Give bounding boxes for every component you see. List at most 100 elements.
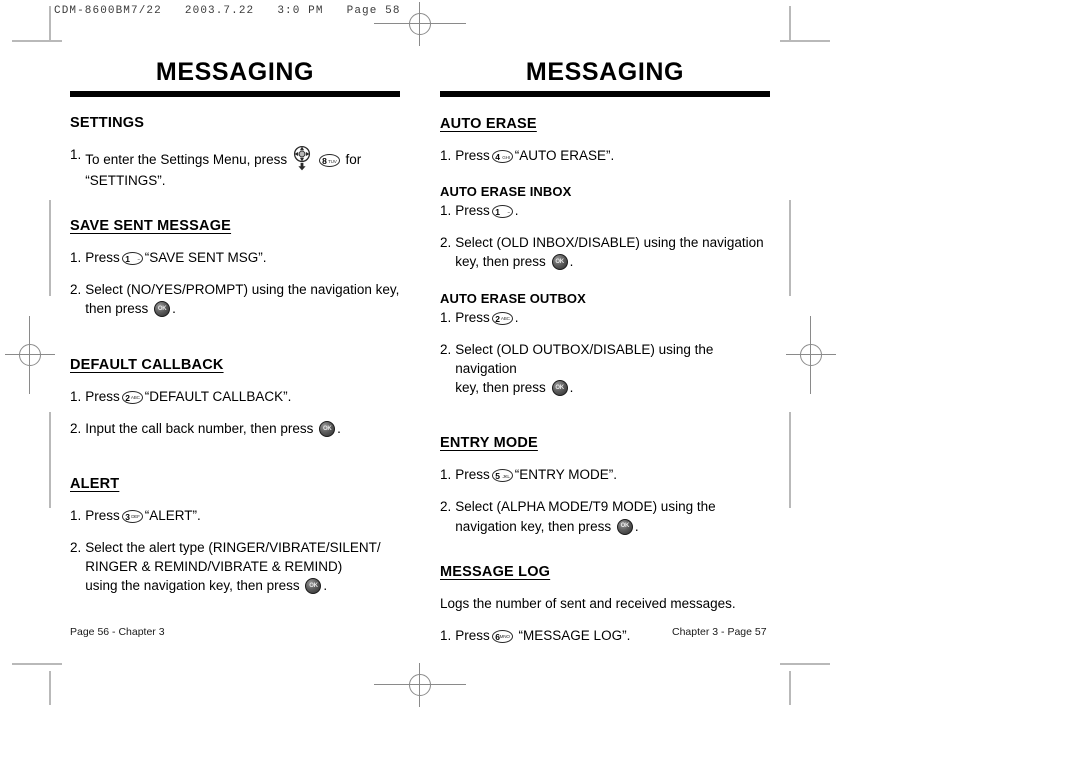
step-text-part: . [514, 203, 519, 219]
key-6-icon: 6 MNO [491, 629, 513, 643]
key-1-number: 1 [125, 254, 131, 265]
save-sent-step-1: 1. Press 1 ~ “SAVE SENT MSG”. [70, 248, 400, 267]
step-text-part: “MESSAGE LOG”. [518, 627, 631, 643]
section-heading-entry-mode: ENTRY MODE [440, 435, 538, 452]
step-text: Select (OLD OUTBOX/DISABLE) using the na… [455, 340, 770, 397]
step-text-part: Press [455, 627, 490, 643]
left-page: MESSAGING SETTINGS 1. To enter the Setti… [70, 60, 400, 609]
alert-step-2: 2. Select the alert type (RINGER/VIBRATE… [70, 538, 400, 595]
section-heading-alert: ALERT [70, 475, 120, 492]
step-text-part: “ENTRY MODE”. [514, 467, 618, 483]
step-text-part: Press [85, 507, 120, 523]
step-text-part: “SAVE SENT MSG”. [144, 250, 267, 266]
step-text: Select the alert type (RINGER/VIBRATE/SI… [85, 538, 400, 595]
message-log-description: Logs the number of sent and received mes… [440, 595, 736, 611]
key-1-icon: 1 ~ [121, 252, 143, 266]
auto-erase-outbox-step-2: 2. Select (OLD OUTBOX/DISABLE) using the… [440, 340, 770, 397]
crop-mark-bottom-left-h [12, 663, 62, 665]
key-8-letters: TUV [328, 158, 337, 164]
step-text-part: Select (NO/YES/PROMPT) using the navigat… [85, 282, 400, 298]
key-4-number: 4 [495, 152, 501, 162]
ok-key-icon: OK [551, 380, 568, 397]
step-text: Select (OLD INBOX/DISABLE) using the nav… [455, 233, 770, 271]
step-text: Press 4 GHI “AUTO ERASE”. [455, 146, 770, 165]
step-text-part: Press [455, 148, 490, 163]
step-text-part: then press [85, 301, 149, 317]
step-number: 2. [70, 282, 82, 298]
section-heading-auto-erase-outbox: AUTO ERASE OUTBOX [440, 290, 586, 306]
step-text-part: “SETTINGS”. [85, 173, 166, 188]
step-text-part: . [514, 309, 519, 325]
step-text-part: Press [455, 203, 490, 219]
trim-guide-left [49, 200, 51, 296]
step-number: 1. [70, 147, 82, 162]
section-heading-save-sent-message: SAVE SENT MESSAGE [70, 218, 232, 235]
trim-guide-right-lower [789, 412, 791, 508]
ok-key-label: OK [555, 384, 564, 391]
auto-erase-inbox-step-1: 1. Press 1 ~. [440, 201, 770, 220]
key-3-number: 3 [125, 511, 131, 522]
step-text-part: Press [85, 250, 120, 266]
crop-mark-top-left-h [12, 40, 62, 42]
ok-key-icon: OK [551, 254, 568, 271]
step-text: Input the call back number, then press O… [85, 419, 400, 438]
registration-mark-left [5, 316, 55, 394]
step-text: Select (ALPHA MODE/T9 MODE) using the na… [455, 497, 770, 535]
key-5-letters: JKL [502, 473, 510, 479]
right-title-rule [440, 91, 770, 97]
step-text: Press 5 JKL “ENTRY MODE”. [455, 465, 770, 484]
step-number: 1. [440, 627, 452, 643]
step-text-part: “DEFAULT CALLBACK”. [144, 388, 292, 404]
section-heading-message-log: MESSAGE LOG [440, 563, 551, 580]
section-entry-mode: ENTRY MODE 1. Press 5 JKL “ENTRY MODE”. 2. … [440, 434, 770, 535]
ok-key-label: OK [555, 259, 564, 266]
step-text-part: Press [85, 388, 120, 404]
save-sent-step-2: 2. Select (NO/YES/PROMPT) using the navi… [70, 280, 400, 318]
key-4-icon: 4 GHI [491, 150, 513, 163]
step-text-part: . [323, 578, 328, 594]
left-title-rule [70, 91, 400, 97]
step-text-part: Select (OLD INBOX/DISABLE) using the nav… [455, 235, 764, 251]
key-2-icon: 2 ABC [121, 390, 143, 404]
scan-header-text: CDM-8600BM7/22 2003.7.22 3:0 PM Page 58 [54, 5, 401, 17]
step-number: 1. [440, 203, 452, 219]
ok-key-label: OK [157, 306, 167, 313]
step-number: 1. [70, 388, 82, 404]
key-2-letters: ABC [130, 395, 140, 401]
section-save-sent-message: SAVE SENT MESSAGE 1. Press 1 ~ “SAVE SENT M… [70, 217, 400, 318]
step-text-part: Press [455, 467, 490, 483]
step-text: Press 1 ~ “SAVE SENT MSG”. [85, 248, 400, 267]
key-5-number: 5 [495, 471, 501, 482]
footer-right: Chapter 3 - Page 57 [672, 626, 767, 638]
step-text: Select (NO/YES/PROMPT) using the navigat… [85, 280, 400, 318]
step-text: Press 2 ABC. [455, 308, 770, 327]
ok-key-label: OK [309, 583, 318, 590]
step-number: 1. [70, 507, 82, 523]
step-number: 1. [440, 467, 452, 483]
step-text: Press 3 DEF “ALERT”. [85, 506, 400, 525]
step-text-part: using the navigation key, then press [85, 578, 300, 594]
auto-erase-step-1: 1. Press 4 GHI “AUTO ERASE”. [440, 146, 770, 165]
auto-erase-inbox-step-2: 2. Select (OLD INBOX/DISABLE) using the … [440, 233, 770, 271]
step-text: Press 2 ABC “DEFAULT CALLBACK”. [85, 387, 400, 406]
step-text-part: Select (OLD OUTBOX/DISABLE) using the na… [455, 341, 714, 376]
step-text: To enter the Settings Menu, press 8 TUV f… [85, 145, 400, 190]
key-1-letters: ~ [137, 256, 140, 262]
step-number: 2. [440, 235, 452, 251]
step-text-part: key, then press [455, 254, 546, 270]
right-page-title: MESSAGING [525, 58, 685, 86]
crop-mark-top-right-v [789, 6, 791, 40]
crop-mark-top-right-h [780, 40, 830, 42]
section-auto-erase-inbox: AUTO ERASE INBOX 1. Press 1 ~. 2. Select (… [440, 184, 770, 271]
step-text-part: To enter the Settings Menu, press [85, 152, 288, 167]
step-text: Press 1 ~. [455, 201, 770, 220]
step-number: 2. [70, 540, 82, 556]
entry-mode-step-1: 1. Press 5 JKL “ENTRY MODE”. [440, 465, 770, 484]
step-number: 2. [440, 499, 452, 515]
navigation-key-icon [292, 145, 312, 171]
section-auto-erase: AUTO ERASE 1. Press 4 GHI “AUTO ERASE”. [440, 115, 770, 165]
footer-left: Page 56 - Chapter 3 [70, 626, 165, 638]
